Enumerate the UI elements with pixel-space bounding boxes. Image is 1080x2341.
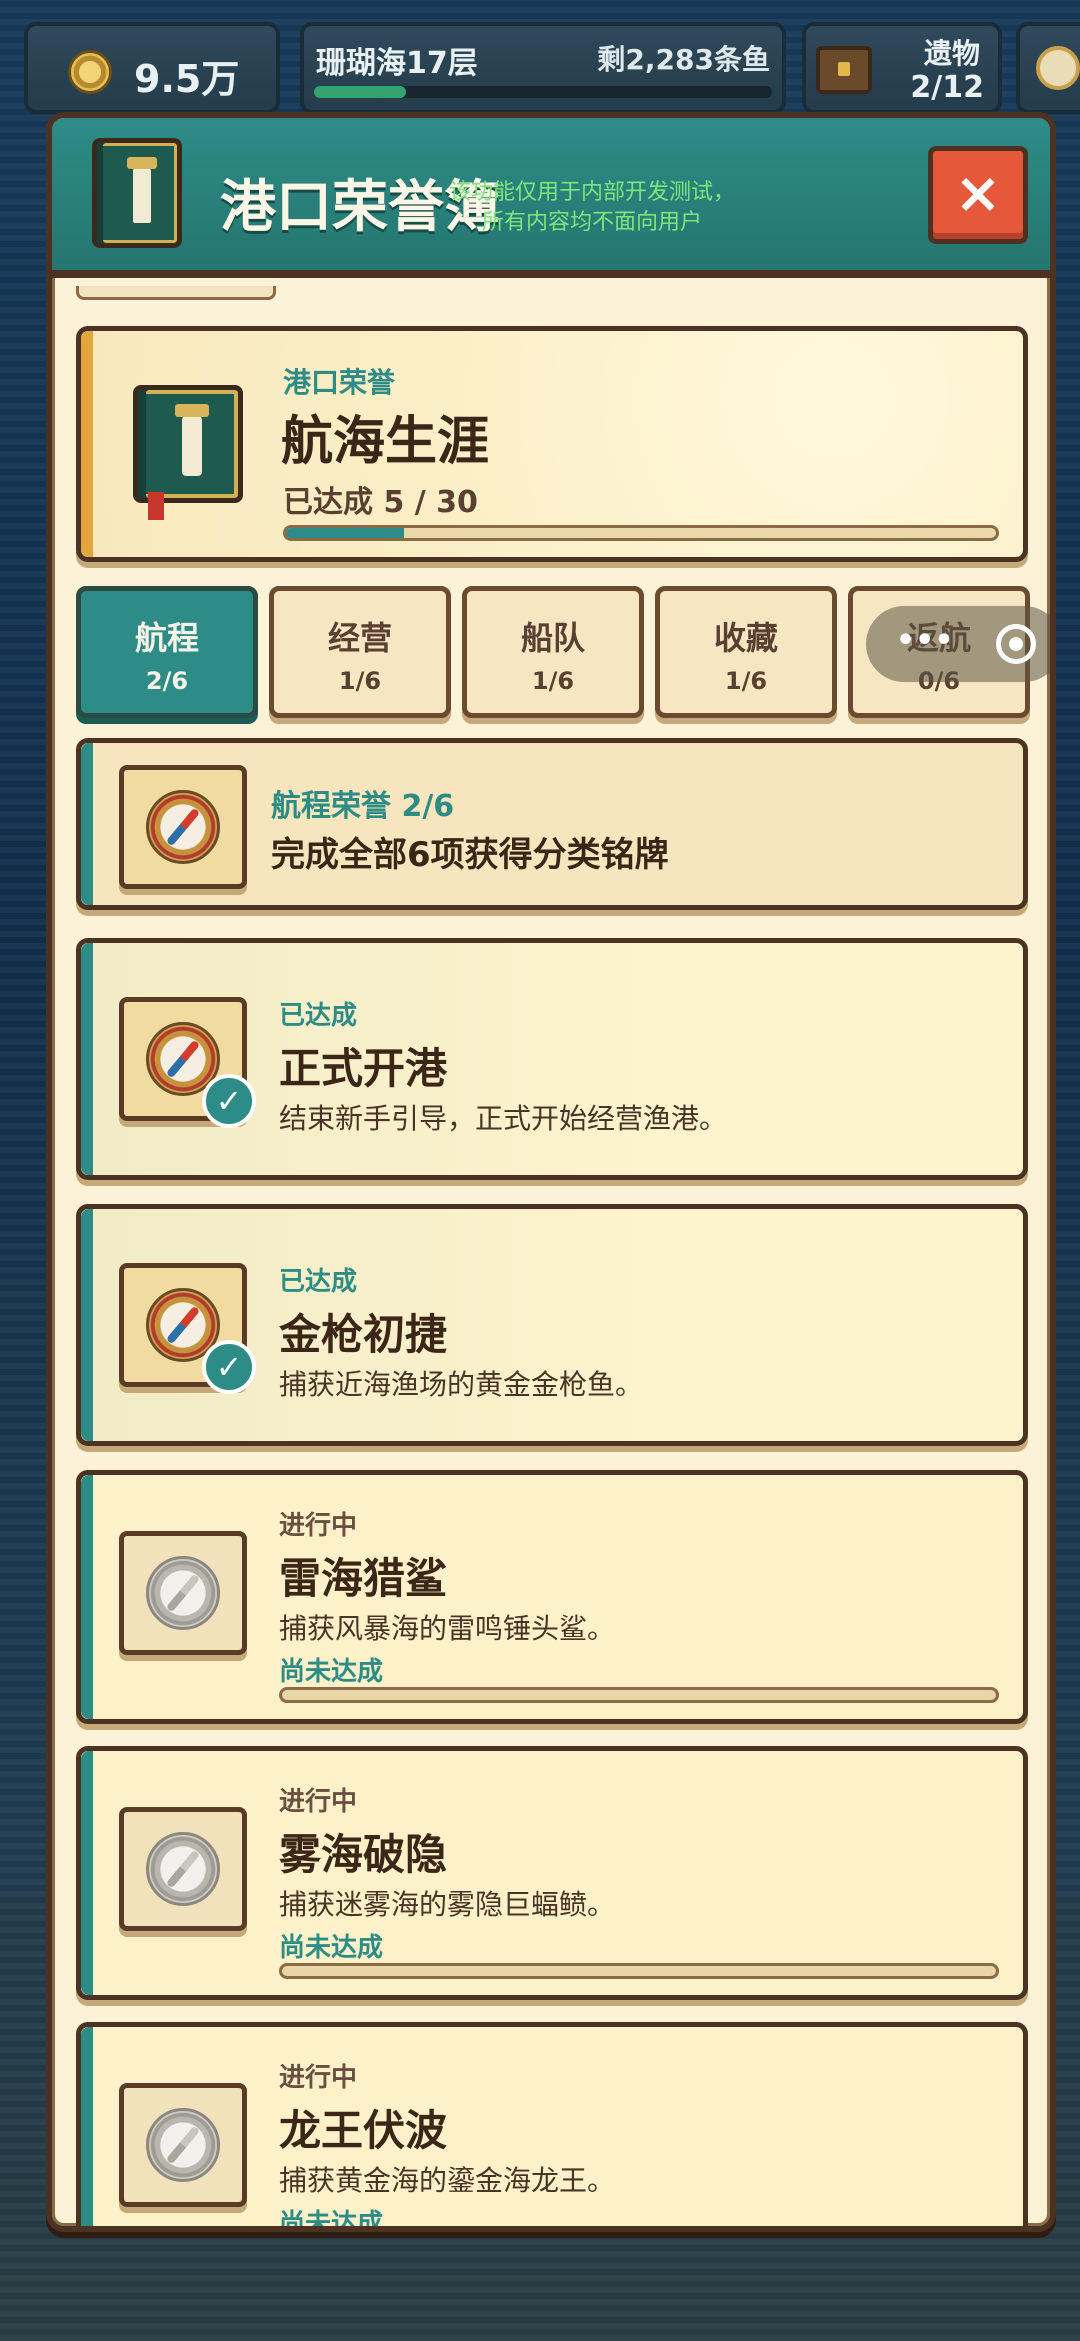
- summary-progress-text: 已达成 5 / 30: [283, 485, 478, 520]
- tab-label: 经营: [327, 619, 392, 657]
- summary-title: 航海生涯: [281, 412, 490, 472]
- tab-fleet[interactable]: 船队 1/6: [462, 586, 644, 718]
- sea-progress-bar: [314, 86, 772, 98]
- achievement-pending: 尚未达成: [279, 2209, 384, 2232]
- dev-note-line2: 所有内容均不面向用户: [481, 210, 702, 235]
- achievement-progress-bar: [279, 1963, 999, 1979]
- summary-progress-fill: [286, 528, 405, 538]
- achievement-status: 已达成: [279, 1267, 358, 1297]
- sea-progress-fill: [314, 86, 406, 98]
- dev-note-line1: 该功能仅用于内部开发测试，: [448, 180, 735, 205]
- modal-content: 港口荣誉 航海生涯 已达成 5 / 30 航程 2/6 经营 1/6 船队 1/…: [52, 286, 1050, 2226]
- compass-icon: [146, 790, 220, 864]
- compass-locked-icon: [146, 1832, 220, 1906]
- icon-frame: [119, 765, 247, 889]
- tab-voyage[interactable]: 航程 2/6: [76, 586, 258, 718]
- tab-label: 收藏: [713, 619, 778, 657]
- achievement-card[interactable]: 进行中 雾海破隐 捕获迷雾海的雾隐巨蝠鲼。 尚未达成: [76, 1746, 1028, 2000]
- top-hud: 9.5万 珊瑚海17层 剩2,283条鱼 遗物 2/12: [24, 22, 1080, 114]
- career-summary-card: 港口荣誉 航海生涯 已达成 5 / 30: [76, 326, 1028, 562]
- category-desc: 完成全部6项获得分类铭牌: [271, 835, 669, 875]
- tab-business[interactable]: 经营 1/6: [269, 586, 451, 718]
- icon-frame: [119, 1531, 247, 1655]
- category-progress-title: 航程荣誉 2/6: [271, 789, 455, 824]
- compass-icon: [1036, 46, 1080, 90]
- achievement-progress-bar: [279, 1687, 999, 1703]
- category-tabs: 航程 2/6 经营 1/6 船队 1/6 收藏 1/6 返航 0/6 •••: [76, 586, 1050, 718]
- achievement-status: 已达成: [279, 1001, 358, 1031]
- compass-locked-icon: [146, 1556, 220, 1630]
- achievement-title: 雾海破隐: [279, 1830, 448, 1879]
- achievement-card[interactable]: ✓ 已达成 正式开港 结束新手引导，正式开始经营渔港。: [76, 938, 1028, 1180]
- achievement-card[interactable]: 进行中 雷海猎鲨 捕获风暴海的雷鸣锤头鲨。 尚未达成: [76, 1470, 1028, 1724]
- check-icon: ✓: [202, 1340, 256, 1394]
- achievement-title: 雷海猎鲨: [279, 1554, 448, 1603]
- achievement-card[interactable]: 进行中 龙王伏波 捕获黄金海的鎏金海龙王。 尚未达成: [76, 2022, 1028, 2232]
- scroll-peek: [76, 286, 276, 300]
- achievement-desc: 捕获风暴海的雷鸣锤头鲨。: [279, 1612, 616, 1645]
- coin-counter[interactable]: 9.5万: [24, 22, 280, 114]
- coin-value: 9.5万: [134, 57, 240, 101]
- fish-remaining: 剩2,283条鱼: [597, 43, 770, 76]
- modal-header: 港口荣誉簿 该功能仅用于内部开发测试， 所有内容均不面向用户 ×: [52, 118, 1050, 278]
- tab-count: 1/6: [338, 667, 382, 695]
- achievement-desc: 捕获迷雾海的雾隐巨蝠鲼。: [279, 1888, 616, 1921]
- summary-progress-bar: [283, 525, 999, 541]
- achievement-list: 航程荣誉 2/6 完成全部6项获得分类铭牌 ✓ 已达成 正式开港 结束新手引导，…: [76, 738, 1028, 2226]
- achievement-status: 进行中: [279, 1511, 358, 1541]
- achievement-title: 龙王伏波: [279, 2106, 448, 2155]
- achievement-title: 金枪初捷: [279, 1310, 448, 1359]
- summary-subtitle: 港口荣誉: [283, 366, 396, 399]
- achievement-pending: 尚未达成: [279, 1657, 384, 1687]
- achievement-pending: 尚未达成: [279, 1933, 384, 1963]
- tab-collection[interactable]: 收藏 1/6: [655, 586, 837, 718]
- check-icon: ✓: [202, 1074, 256, 1128]
- achievement-card[interactable]: ✓ 已达成 金枪初捷 捕获近海渔场的黄金金枪鱼。: [76, 1204, 1028, 1446]
- icon-frame: ✓: [119, 997, 256, 1128]
- more-dots-icon[interactable]: •••: [896, 626, 954, 656]
- tab-count: 1/6: [724, 667, 768, 695]
- coin-icon: [68, 50, 112, 94]
- tab-count: 1/6: [531, 667, 575, 695]
- icon-frame: [119, 1807, 247, 1931]
- icon-frame: [119, 2083, 247, 2207]
- close-button[interactable]: ×: [928, 146, 1028, 244]
- compass-locked-icon: [146, 2108, 220, 2182]
- achievement-status: 进行中: [279, 2063, 358, 2093]
- achievement-desc: 捕获近海渔场的黄金金枪鱼。: [279, 1368, 644, 1401]
- honor-book-modal: 港口荣誉簿 该功能仅用于内部开发测试， 所有内容均不面向用户 × 港口荣誉 航海…: [46, 112, 1056, 2232]
- relic-count: 2/12: [910, 70, 984, 105]
- lighthouse-book-icon: [133, 385, 243, 520]
- achievement-status: 进行中: [279, 1787, 358, 1817]
- dev-test-notice: 该功能仅用于内部开发测试， 所有内容均不面向用户: [382, 178, 802, 238]
- compass-button[interactable]: [1016, 22, 1080, 114]
- relic-button[interactable]: 遗物 2/12: [802, 22, 1002, 114]
- sea-level-panel[interactable]: 珊瑚海17层 剩2,283条鱼: [300, 22, 786, 114]
- lighthouse-book-icon: [92, 138, 182, 248]
- tab-label: 船队: [520, 619, 585, 657]
- sea-level-title: 珊瑚海17层: [316, 46, 478, 81]
- close-target-icon[interactable]: [996, 624, 1036, 664]
- icon-frame: ✓: [119, 1263, 256, 1394]
- tab-count: 2/6: [145, 667, 189, 695]
- relic-label: 遗物: [923, 37, 980, 70]
- tab-label: 航程: [134, 619, 199, 657]
- achievement-desc: 结束新手引导，正式开始经营渔港。: [279, 1102, 728, 1135]
- category-header-card: 航程荣誉 2/6 完成全部6项获得分类铭牌: [76, 738, 1028, 910]
- achievement-title: 正式开港: [279, 1044, 448, 1093]
- miniprogram-capsule[interactable]: •••: [866, 606, 1050, 682]
- achievement-desc: 捕获黄金海的鎏金海龙王。: [279, 2164, 616, 2197]
- chest-icon: [816, 46, 872, 94]
